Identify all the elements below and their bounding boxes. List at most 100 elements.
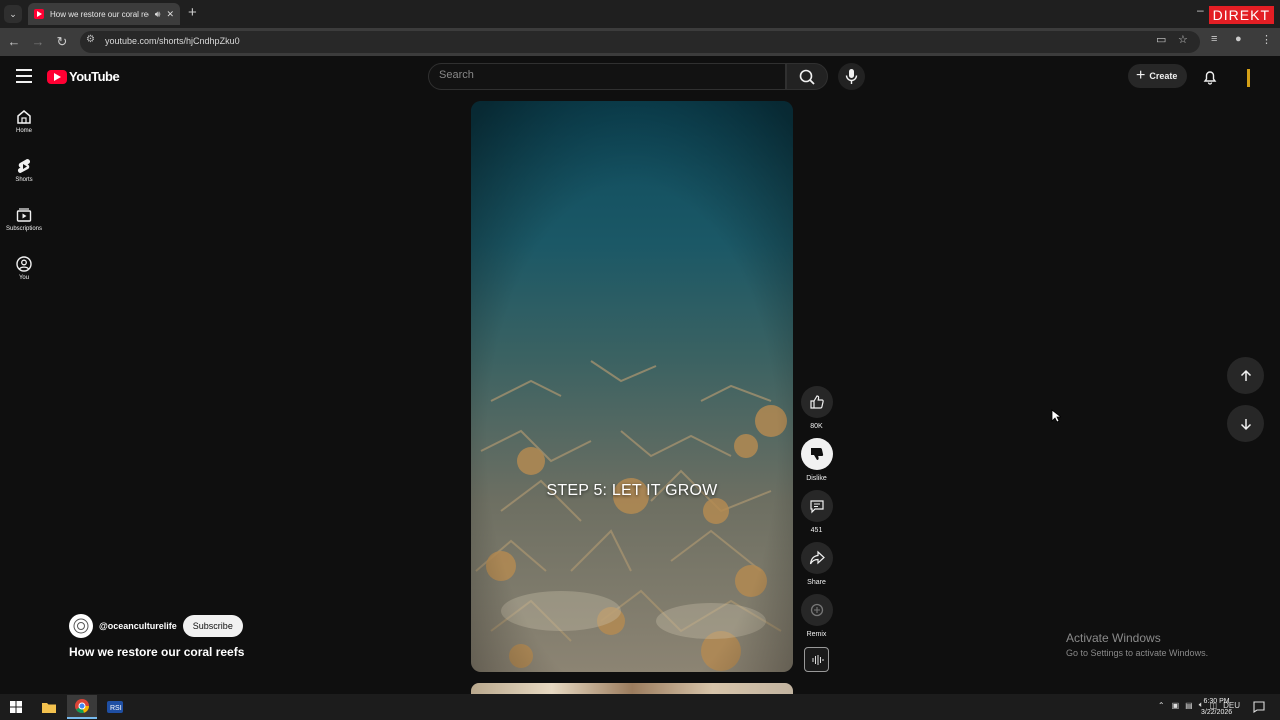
search-button[interactable] — [786, 63, 828, 90]
browser-tab-strip: ⌄ How we restore our coral reefs - YouTu… — [0, 0, 1280, 28]
subscribe-button[interactable]: Subscribe — [182, 615, 243, 637]
youtube-logo[interactable]: YouTube — [47, 69, 120, 84]
remix-label: Remix — [806, 631, 827, 638]
activate-windows-watermark: Activate Windows Go to Settings to activ… — [1066, 631, 1208, 658]
channel-handle[interactable]: @oceanculturelife — [99, 621, 177, 631]
sidebar-item-you[interactable]: You — [0, 247, 48, 291]
subscriptions-icon — [16, 208, 32, 222]
sidebar-label-you: You — [18, 275, 30, 281]
user-circle-icon — [16, 256, 32, 272]
taskbar-clock[interactable]: 6:30 PM 3/22/2026 — [1201, 696, 1232, 718]
create-button[interactable]: + Create — [1128, 64, 1188, 88]
browser-menu-icon[interactable]: ⋮ — [1261, 33, 1272, 46]
hamburger-menu-icon[interactable] — [16, 69, 32, 83]
back-icon[interactable]: ← — [5, 33, 23, 51]
dislike-action[interactable]: Dislike — [800, 438, 833, 482]
youtube-header: YouTube + Create — [0, 58, 1280, 96]
search-box[interactable] — [428, 63, 786, 90]
mouse-cursor-icon — [1051, 409, 1061, 423]
account-avatar[interactable] — [1247, 69, 1250, 87]
home-icon — [17, 110, 31, 124]
taskbar-chrome[interactable] — [67, 695, 97, 719]
short-title[interactable]: How we restore our coral reefs — [69, 645, 244, 659]
folder-icon — [42, 703, 56, 713]
tray-display-icon[interactable]: ▣ — [1172, 701, 1180, 710]
tab-list-icon[interactable]: ⌄ — [4, 5, 22, 23]
notifications-button[interactable] — [1200, 67, 1220, 87]
browser-tab[interactable]: How we restore our coral reefs - YouTube… — [28, 3, 180, 25]
sidebar-label-subscriptions: Subscriptions — [5, 226, 43, 232]
comments-button[interactable] — [800, 490, 833, 522]
notification-bubble-icon — [1253, 701, 1265, 714]
share-action[interactable]: Share — [800, 542, 833, 586]
windows-logo-icon — [10, 701, 22, 713]
sidebar-item-subscriptions[interactable]: Subscriptions — [0, 198, 48, 242]
microphone-icon — [845, 69, 858, 84]
site-info-icon[interactable]: ⚙︎ — [86, 34, 95, 45]
channel-avatar[interactable] — [69, 614, 93, 638]
coral-reef-video-frame — [471, 101, 793, 672]
dislike-button[interactable] — [800, 438, 833, 470]
notification-center-icon[interactable] — [1253, 700, 1265, 718]
youtube-play-icon — [47, 69, 67, 84]
taskbar-app-rsi[interactable]: RSI — [100, 695, 130, 719]
next-short-button[interactable] — [1227, 405, 1264, 442]
svg-text:RSI: RSI — [110, 705, 122, 712]
clock-time: 6:30 PM — [1203, 698, 1230, 705]
channel-info: @oceanculturelife Subscribe — [69, 614, 243, 638]
rsi-app-icon: RSI — [107, 701, 123, 713]
windows-taskbar: RSI ⌃ ▣ ▤ 🔈︎ ◫ DEU 6:30 PM 3/22/2026 — [0, 694, 1280, 720]
like-button[interactable] — [800, 386, 833, 418]
reload-icon[interactable]: ↻ — [53, 33, 71, 51]
taskbar-file-explorer[interactable] — [34, 695, 64, 719]
clock-date: 3/22/2026 — [1201, 709, 1233, 716]
install-app-icon[interactable]: ▭ — [1156, 33, 1166, 46]
sound-button[interactable] — [804, 647, 829, 672]
address-bar[interactable]: ⚙︎ youtube.com/shorts/hjCndhpZku0 — [80, 31, 1200, 53]
voice-search-button[interactable] — [838, 63, 865, 90]
thumbs-up-icon — [809, 395, 824, 409]
like-count: 80K — [810, 423, 823, 430]
share-label: Share — [807, 579, 826, 586]
channel-logo-icon — [73, 618, 89, 634]
direkt-badge: DIREKT — [1208, 6, 1274, 24]
activate-windows-title: Activate Windows — [1066, 631, 1161, 645]
extension-icon[interactable]: ● — [1235, 33, 1242, 45]
bell-icon — [1203, 71, 1217, 85]
tab-title: How we restore our coral reefs - YouTube — [50, 9, 149, 19]
forward-icon[interactable]: → — [29, 33, 47, 51]
sidebar-item-home[interactable]: Home — [0, 100, 48, 144]
close-tab-icon[interactable]: ✕ — [166, 9, 174, 20]
url-text[interactable]: youtube.com/shorts/hjCndhpZku0 — [105, 36, 240, 46]
comments-action[interactable]: 451 — [800, 490, 833, 534]
network-icon[interactable]: ▤ — [1185, 701, 1193, 710]
dislike-label: Dislike — [806, 475, 827, 482]
previous-short-button[interactable] — [1227, 357, 1264, 394]
remix-button[interactable] — [800, 594, 833, 626]
audio-waveform-icon — [812, 654, 823, 665]
minimize-icon[interactable]: – — [1197, 3, 1204, 17]
sidebar-item-shorts[interactable]: Shorts — [0, 149, 48, 193]
media-controls-icon[interactable]: ≡ — [1211, 33, 1217, 45]
search-input[interactable] — [439, 69, 769, 81]
like-action[interactable]: 80K — [800, 386, 833, 430]
speaker-icon[interactable]: 🔊︎ — [155, 9, 161, 20]
logo-text: YouTube — [69, 69, 120, 84]
arrow-up-icon — [1240, 369, 1251, 381]
chrome-icon — [75, 699, 89, 713]
start-button[interactable] — [1, 695, 31, 719]
create-label: Create — [1149, 71, 1178, 81]
remix-action[interactable]: Remix — [800, 594, 833, 638]
search-icon — [799, 69, 815, 85]
arrow-down-icon — [1240, 418, 1251, 430]
bookmark-star-icon[interactable]: ☆ — [1178, 33, 1188, 46]
shorts-icon — [17, 159, 31, 173]
sidebar-label-home: Home — [15, 128, 32, 134]
video-caption-overlay: STEP 5: LET IT GROW — [546, 482, 718, 499]
share-arrow-icon — [809, 550, 825, 565]
activate-windows-subtitle: Go to Settings to activate Windows. — [1066, 648, 1209, 658]
share-button[interactable] — [800, 542, 833, 574]
new-tab-icon[interactable]: + — [188, 4, 197, 21]
short-video-player[interactable]: STEP 5: LET IT GROW — [471, 101, 793, 672]
tray-chevron-up-icon[interactable]: ⌃ — [1158, 701, 1165, 710]
